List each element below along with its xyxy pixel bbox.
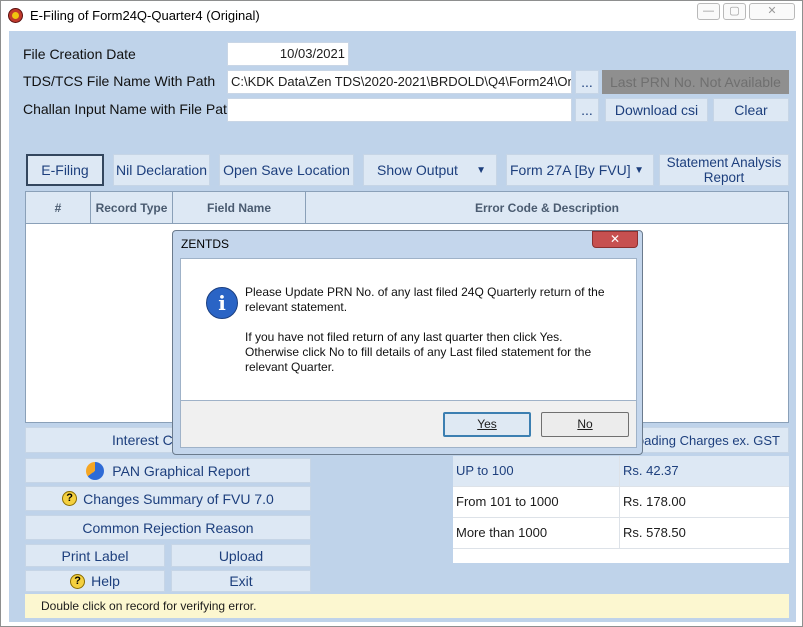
statement-analysis-report-button[interactable]: Statement Analysis Report <box>659 154 789 186</box>
help-label: Help <box>91 573 120 589</box>
print-label-button[interactable]: Print Label <box>25 544 165 567</box>
chevron-down-icon: ▼ <box>476 164 486 176</box>
open-save-location-button[interactable]: Open Save Location <box>219 154 354 186</box>
charges-row[interactable]: More than 1000 Rs. 578.50 <box>453 518 789 549</box>
dialog-message-line: relevant statement. <box>245 300 348 314</box>
help-button[interactable]: ? Help <box>25 570 165 592</box>
last-prn-button[interactable]: Last PRN No. Not Available <box>602 70 789 94</box>
dialog-body: i Please Update PRN No. of any last file… <box>180 258 637 401</box>
upload-button[interactable]: Upload <box>171 544 311 567</box>
minimize-button[interactable]: — <box>697 3 720 20</box>
charges-range: From 101 to 1000 <box>456 494 559 509</box>
charges-row[interactable]: From 101 to 1000 Rs. 178.00 <box>453 487 789 518</box>
show-output-label: Show Output <box>377 162 458 178</box>
info-icon: i <box>206 287 238 319</box>
grid-header: # Record Type Field Name Error Code & De… <box>26 192 788 224</box>
challan-path-field[interactable] <box>227 98 572 122</box>
main-window: E-Filing of Form24Q-Quarter4 (Original) … <box>0 0 803 627</box>
changes-summary-label: Changes Summary of FVU 7.0 <box>83 490 274 507</box>
dialog-yes-button[interactable]: Yes <box>443 412 531 437</box>
statement-analysis-line1: Statement Analysis <box>666 155 782 170</box>
dialog-message-line: relevant Quarter. <box>245 360 335 374</box>
dialog-message-line: Please Update PRN No. of any last filed … <box>245 285 605 299</box>
dialog-message-line: If you have not filed return of any last… <box>245 330 563 344</box>
challan-path-label: Challan Input Name with File Path <box>23 101 235 117</box>
tds-file-path-field[interactable]: C:\KDK Data\Zen TDS\2020-2021\BRDOLD\Q4\… <box>227 70 572 94</box>
grid-col-record-type[interactable]: Record Type <box>91 192 173 223</box>
dialog-message-line: Otherwise click No to fill details of an… <box>245 345 592 359</box>
tds-browse-button[interactable]: ... <box>575 70 599 94</box>
charges-row[interactable]: UP to 100 Rs. 42.37 <box>453 456 789 487</box>
common-rejection-reason-button[interactable]: Common Rejection Reason <box>25 515 311 540</box>
maximize-button[interactable]: ▢ <box>723 3 746 20</box>
challan-browse-button[interactable]: ... <box>575 98 599 122</box>
charges-amount: Rs. 578.50 <box>623 525 686 540</box>
efiling-button[interactable]: E-Filing <box>26 154 104 186</box>
charges-amount: Rs. 42.37 <box>623 463 679 478</box>
statement-analysis-line2: Report <box>703 170 745 185</box>
app-icon <box>8 8 23 23</box>
charges-range: More than 1000 <box>456 525 548 540</box>
file-creation-date-field[interactable]: 10/03/2021 <box>227 42 349 66</box>
pie-chart-icon <box>86 461 105 480</box>
title-bar: E-Filing of Form24Q-Quarter4 (Original) … <box>1 1 802 31</box>
grid-col-index[interactable]: # <box>26 192 91 223</box>
tds-file-path-label: TDS/TCS File Name With Path <box>23 73 216 89</box>
changes-summary-button[interactable]: ? Changes Summary of FVU 7.0 <box>25 486 311 511</box>
charges-amount: Rs. 178.00 <box>623 494 686 509</box>
grid-col-error-code[interactable]: Error Code & Description <box>306 192 788 223</box>
nil-declaration-button[interactable]: Nil Declaration <box>113 154 210 186</box>
dialog-no-button[interactable]: No <box>541 412 629 437</box>
file-creation-date-label: File Creation Date <box>23 46 136 62</box>
prn-update-dialog: ZENTDS ✕ i Please Update PRN No. of any … <box>172 230 643 455</box>
exit-button[interactable]: Exit <box>171 570 311 592</box>
window-title: E-Filing of Form24Q-Quarter4 (Original) <box>30 8 260 23</box>
show-output-dropdown[interactable]: Show Output ▼ <box>363 154 497 186</box>
grid-col-field-name[interactable]: Field Name <box>173 192 306 223</box>
charges-range: UP to 100 <box>456 463 514 478</box>
clear-button[interactable]: Clear <box>713 98 789 122</box>
help-question-icon: ? <box>70 573 86 589</box>
form27a-label: Form 27A [By FVU] <box>510 162 631 178</box>
dialog-close-button[interactable]: ✕ <box>592 231 638 248</box>
help-question-icon: ? <box>62 491 78 506</box>
download-csi-button[interactable]: Download csi <box>605 98 708 122</box>
status-bar: Double click on record for verifying err… <box>25 594 789 618</box>
chevron-down-icon: ▼ <box>634 164 644 176</box>
dialog-footer: Yes No <box>180 401 637 448</box>
pan-report-label: PAN Graphical Report <box>112 462 250 479</box>
dialog-title: ZENTDS <box>181 237 229 251</box>
uploading-charges-table: UP to 100 Rs. 42.37 From 101 to 1000 Rs.… <box>453 456 789 563</box>
form27a-dropdown[interactable]: Form 27A [By FVU] ▼ <box>506 154 654 186</box>
close-window-button[interactable]: ✕ <box>749 3 795 20</box>
pan-graphical-report-button[interactable]: PAN Graphical Report <box>25 458 311 483</box>
